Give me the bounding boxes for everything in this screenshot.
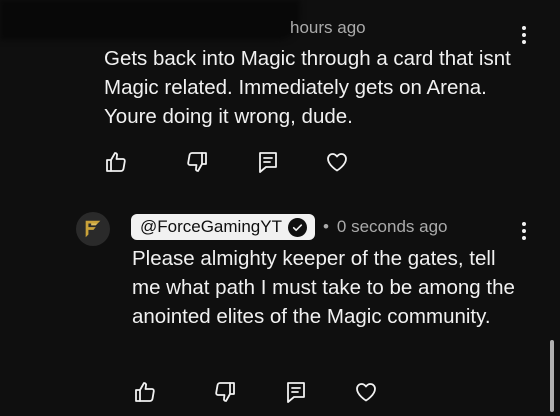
scrollbar-thumb[interactable] [550,340,554,412]
verified-check-icon [287,217,307,237]
comment-text: Gets back into Magic through a card that… [104,47,511,128]
force-gaming-avatar[interactable] [76,212,110,246]
heart-icon[interactable] [354,380,378,404]
comment-menu-button[interactable] [521,26,527,44]
thumbs-up-icon[interactable] [133,380,157,404]
separator-dot: • [322,217,329,236]
redacted-author-area [0,0,300,40]
thumbs-down-icon[interactable] [185,150,209,174]
reply-text: Please almighty keeper of the gates, tel… [132,247,515,328]
force-gaming-logo-icon [85,220,101,238]
reply-menu-button[interactable] [521,222,527,240]
thumbs-down-icon[interactable] [213,380,237,404]
author-chip[interactable]: @ForceGamingYT [131,214,315,240]
heart-icon[interactable] [325,150,349,174]
author-name: @ForceGamingYT [140,217,282,236]
thumbs-up-icon[interactable] [104,150,128,174]
reply-timestamp: 0 seconds ago [336,217,448,236]
reply-icon[interactable] [284,380,308,404]
reply-icon[interactable] [256,150,280,174]
comment-timestamp: hours ago [290,18,366,37]
